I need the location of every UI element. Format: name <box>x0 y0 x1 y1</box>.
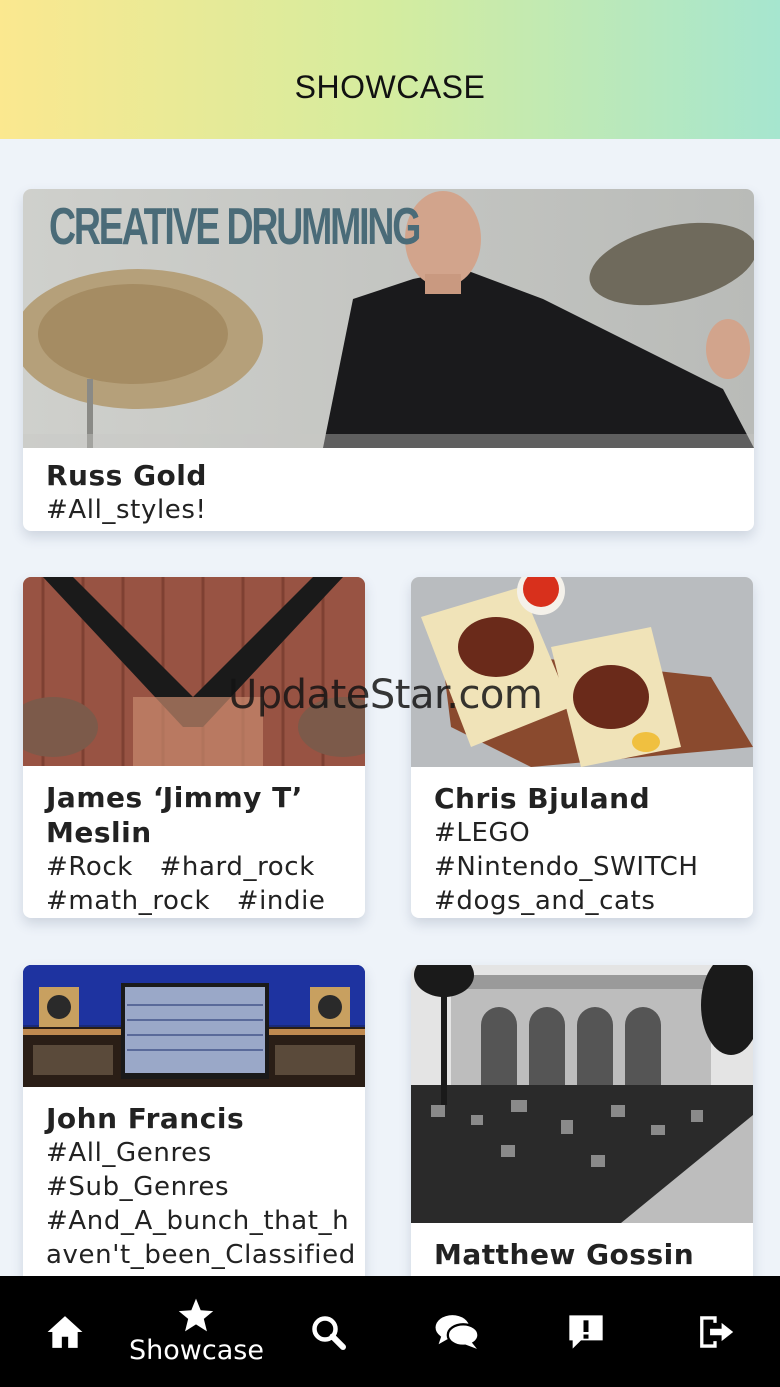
card-tags: #Rock #hard_rock #math_rock #indie <box>46 852 326 916</box>
card-name: James ‘Jimmy T’ Meslin <box>46 781 303 849</box>
showcase-card-russ-gold[interactable]: CREATIVE DRUMMING Russ Gold #All_styles! <box>23 189 754 531</box>
chat-icon <box>435 1314 481 1349</box>
showcase-card-james-meslin[interactable]: James ‘Jimmy T’ Meslin #Rock #hard_rock … <box>23 577 365 918</box>
showcase-card-john-francis[interactable]: John Francis #All_Genres #Sub_Genres #An… <box>23 965 365 1276</box>
card-image-drumming: CREATIVE DRUMMING <box>23 189 754 448</box>
showcase-card-matthew-gossin[interactable]: Matthew Gossin <box>411 965 753 1276</box>
tab-showcase-label: Showcase <box>129 1335 264 1366</box>
card-image-protest <box>411 965 753 1223</box>
showcase-card-chris-bjuland[interactable]: Chris Bjuland #LEGO #Nintendo_SWITCH #do… <box>411 577 753 918</box>
tab-report[interactable] <box>522 1276 651 1387</box>
logout-icon <box>700 1315 734 1348</box>
alert-icon <box>569 1314 604 1349</box>
card-image-caption: CREATIVE DRUMMING <box>49 198 421 256</box>
tab-chat[interactable] <box>393 1276 522 1387</box>
card-tags: #All_Genres #Sub_Genres #And_A_bunch_tha… <box>46 1138 356 1270</box>
watermark-text: UpdateStar.com <box>228 672 543 718</box>
home-icon <box>47 1315 82 1348</box>
tab-search[interactable] <box>264 1276 393 1387</box>
bottom-tab-bar: Showcase <box>0 1276 780 1387</box>
tab-home[interactable] <box>0 1276 129 1387</box>
page-title: SHOWCASE <box>294 69 486 105</box>
search-icon <box>312 1315 347 1350</box>
card-name: Matthew Gossin <box>434 1238 695 1271</box>
card-tags: #LEGO #Nintendo_SWITCH #dogs_and_cats <box>434 818 699 916</box>
app-header: SHOWCASE <box>0 0 780 139</box>
card-name: John Francis <box>46 1102 245 1135</box>
star-icon <box>179 1298 214 1332</box>
card-name: Chris Bjuland <box>434 782 651 815</box>
card-name: Russ Gold <box>46 459 207 492</box>
tab-logout[interactable] <box>651 1276 780 1387</box>
card-tags: #All_styles! <box>46 495 207 525</box>
showcase-feed[interactable]: CREATIVE DRUMMING Russ Gold #All_styles! <box>0 139 780 1276</box>
tab-showcase[interactable]: Showcase <box>129 1276 264 1387</box>
card-image-control-room <box>23 965 365 1087</box>
